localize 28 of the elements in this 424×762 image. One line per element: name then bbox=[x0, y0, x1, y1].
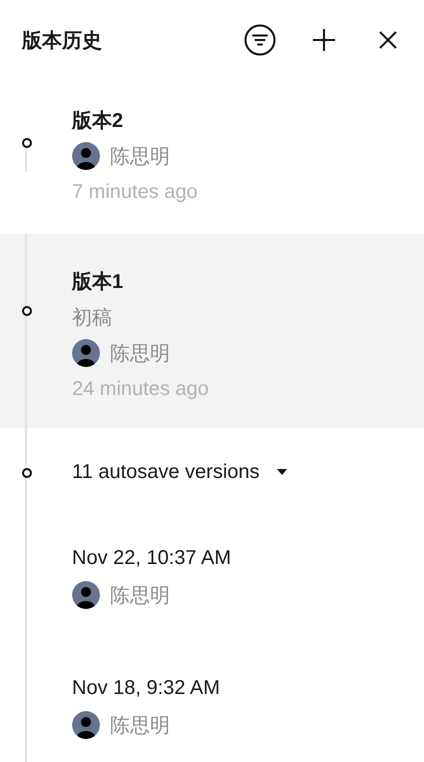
timeline-dot bbox=[22, 306, 32, 316]
version-name: 版本1 bbox=[72, 270, 124, 294]
timeline-dot bbox=[22, 138, 32, 148]
autosave-toggle[interactable]: 11 autosave versions bbox=[72, 454, 424, 490]
avatar-icon bbox=[72, 339, 100, 367]
author-name: 陈思明 bbox=[110, 342, 170, 366]
plus-icon bbox=[312, 28, 336, 52]
version-name: 版本2 bbox=[72, 108, 124, 134]
version-time: Nov 18, 9:32 AM bbox=[72, 676, 220, 700]
author-name: 陈思明 bbox=[110, 584, 170, 608]
avatar-icon bbox=[72, 142, 100, 170]
version-time: Nov 22, 10:37 AM bbox=[72, 546, 231, 570]
version-entry[interactable]: 版本2 陈思明 7 minutes ago bbox=[0, 80, 424, 234]
timeline-dot bbox=[22, 468, 32, 478]
version-time: 7 minutes ago bbox=[72, 180, 198, 204]
autosave-entry[interactable]: Nov 22, 10:37 AM 陈思明 bbox=[72, 540, 424, 614]
avatar-icon bbox=[72, 581, 100, 609]
version-entry[interactable]: 版本1 初稿 陈思明 24 minutes ago bbox=[0, 234, 424, 428]
avatar-icon bbox=[72, 711, 100, 739]
author-name: 陈思明 bbox=[110, 714, 170, 738]
author-name: 陈思明 bbox=[110, 144, 170, 170]
panel-title: 版本历史 bbox=[22, 28, 103, 54]
close-icon bbox=[378, 30, 398, 50]
autosave-entry[interactable]: Nov 18, 9:32 AM 陈思明 bbox=[72, 670, 424, 744]
version-time: 24 minutes ago bbox=[72, 378, 209, 400]
filter-button[interactable] bbox=[242, 22, 278, 58]
version-description: 初稿 bbox=[72, 306, 112, 330]
filter-icon bbox=[244, 24, 276, 56]
